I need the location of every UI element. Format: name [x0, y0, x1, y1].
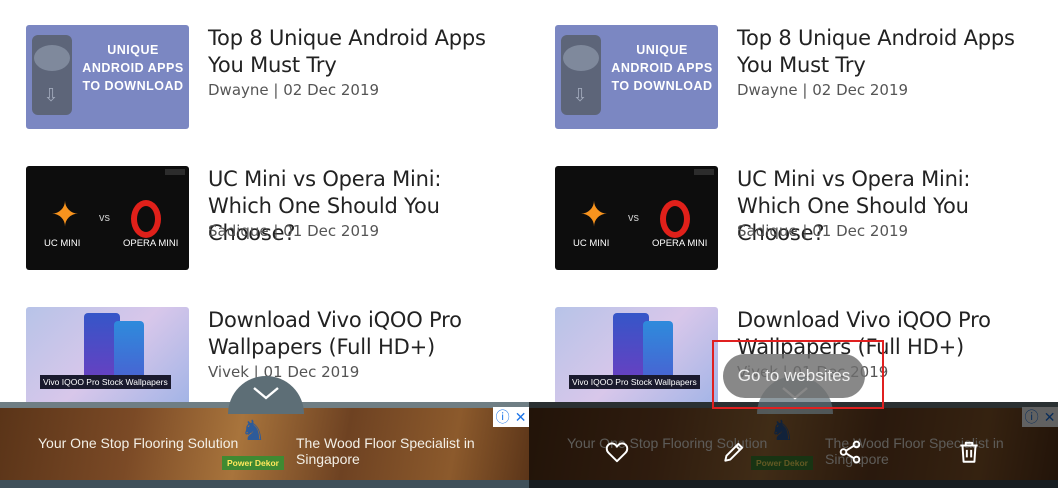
- edit-button[interactable]: [714, 432, 754, 472]
- article-meta: Sadique | 01 Dec 2019: [737, 222, 909, 240]
- thumbnail-text: UNIQUE ANDROID APPS TO DOWNLOAD: [82, 43, 184, 93]
- article-meta: Vivek | 01 Dec 2019: [208, 363, 360, 381]
- article-meta: Dwayne | 02 Dec 2019: [208, 81, 380, 99]
- elephant-icon: ♞: [240, 415, 266, 446]
- thumbnail-label-right: OPERA MINI: [652, 238, 708, 249]
- chat-bubble-graphic: [563, 45, 599, 71]
- thumbnail-vs: vs: [99, 212, 110, 224]
- thumbnail-label-left: UC MINI: [44, 238, 81, 249]
- article-card[interactable]: ✦ vs UC MINI OPERA MINI UC Mini vs Opera…: [26, 166, 516, 270]
- article-title[interactable]: Download Vivo iQOO Pro Wallpapers (Full …: [208, 307, 508, 361]
- delete-button[interactable]: [949, 432, 989, 472]
- action-toolbar: [529, 432, 1058, 472]
- article-title[interactable]: Top 8 Unique Android Apps You Must Try: [208, 25, 508, 79]
- article-thumbnail[interactable]: ⇩ UNIQUE ANDROID APPS TO DOWNLOAD: [26, 25, 189, 129]
- thumbnail-vs: vs: [628, 212, 639, 224]
- article-card[interactable]: ✦ vs UC MINI OPERA MINI UC Mini vs Opera…: [555, 166, 1045, 270]
- badge-graphic: [165, 169, 185, 175]
- article-thumbnail[interactable]: ⇩ UNIQUE ANDROID APPS TO DOWNLOAD: [555, 25, 718, 129]
- article-title[interactable]: Top 8 Unique Android Apps You Must Try: [737, 25, 1037, 79]
- ad-brand: Power Dekor: [222, 456, 284, 470]
- opera-logo-icon: [660, 200, 690, 238]
- share-button[interactable]: [830, 432, 870, 472]
- article-thumbnail[interactable]: Vivo IQOO Pro Stock Wallpapers: [555, 307, 718, 411]
- right-panel: ⇩ UNIQUE ANDROID APPS TO DOWNLOAD Top 8 …: [529, 0, 1058, 488]
- highlight-box: [712, 340, 884, 409]
- info-icon[interactable]: ⓘ: [496, 410, 510, 424]
- article-card[interactable]: ⇩ UNIQUE ANDROID APPS TO DOWNLOAD Top 8 …: [26, 25, 516, 129]
- article-thumbnail[interactable]: Vivo IQOO Pro Stock Wallpapers: [26, 307, 189, 411]
- close-icon[interactable]: ✕: [515, 410, 527, 424]
- thumbnail-caption: Vivo IQOO Pro Stock Wallpapers: [40, 375, 171, 389]
- chat-bubble-graphic: [34, 45, 70, 71]
- share-icon: [839, 440, 861, 464]
- article-thumbnail[interactable]: ✦ vs UC MINI OPERA MINI: [555, 166, 718, 270]
- thumbnail-label-right: OPERA MINI: [123, 238, 179, 249]
- uc-browser-logo-icon: ✦: [579, 196, 609, 234]
- left-panel: ⇩ UNIQUE ANDROID APPS TO DOWNLOAD Top 8 …: [0, 0, 529, 488]
- ad-left-text: Your One Stop Flooring Solution: [38, 435, 239, 451]
- uc-browser-logo-icon: ✦: [50, 196, 80, 234]
- article-meta: Dwayne | 02 Dec 2019: [737, 81, 909, 99]
- opera-logo-icon: [131, 200, 161, 238]
- thumbnail-label-left: UC MINI: [573, 238, 610, 249]
- thumbnail-text: UNIQUE ANDROID APPS TO DOWNLOAD: [611, 43, 713, 93]
- badge-graphic: [694, 169, 714, 175]
- pencil-icon: [724, 442, 744, 462]
- download-icon: ⇩: [43, 85, 59, 105]
- ad-banner[interactable]: Your One Stop Flooring Solution ♞ Power …: [0, 402, 529, 488]
- like-button[interactable]: [597, 432, 637, 472]
- ad-right-text: The Wood Floor Specialist in Singapore: [296, 435, 475, 467]
- heart-icon: [605, 442, 629, 463]
- article-card[interactable]: ⇩ UNIQUE ANDROID APPS TO DOWNLOAD Top 8 …: [555, 25, 1045, 129]
- download-icon: ⇩: [572, 85, 588, 105]
- thumbnail-caption: Vivo IQOO Pro Stock Wallpapers: [569, 375, 700, 389]
- ad-bottom-strip: [0, 480, 529, 488]
- article-thumbnail[interactable]: ✦ vs UC MINI OPERA MINI: [26, 166, 189, 270]
- ad-logo: ♞ Power Dekor: [222, 412, 284, 474]
- ad-choices[interactable]: ⓘ ✕: [493, 407, 529, 427]
- article-meta: Sadique | 01 Dec 2019: [208, 222, 380, 240]
- trash-icon: [960, 441, 978, 463]
- chevron-down-icon: [253, 387, 279, 400]
